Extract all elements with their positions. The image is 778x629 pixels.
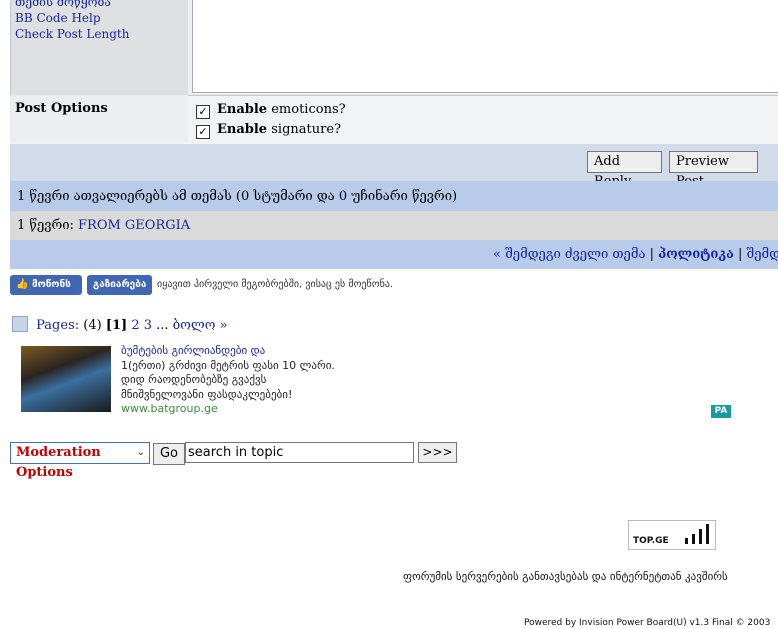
facebook-like-button[interactable]: 👍 მოწონს: [10, 275, 82, 295]
emoticons-label: emoticons?: [271, 102, 346, 117]
footer-hosting-text: ფორუმის სერვერების განთავსებას და ინტერნ…: [403, 570, 728, 583]
submit-row: [10, 144, 778, 181]
ad-url[interactable]: www.batgroup.ge: [121, 402, 351, 417]
sidebar-link-smilies[interactable]: თემის მოწყობა: [15, 0, 129, 10]
ad-badge[interactable]: PA: [711, 405, 731, 418]
moderation-go-button[interactable]: Go: [153, 443, 185, 465]
ad-body: 1(ერთი) გრძივი მეტრის ფასი 10 ლარი. დიდ …: [121, 358, 335, 401]
members-text: 1 წევრი: FROM GEORGIA: [17, 218, 190, 233]
next-topic-link[interactable]: შემდეგი ა: [747, 247, 778, 262]
top-ge-label: TOP.GE: [633, 536, 669, 546]
enable-emoticons-option[interactable]: ✓ Enable emoticons?: [196, 102, 346, 119]
moderation-options-select[interactable]: Moderation Options ⌄: [10, 442, 150, 480]
preview-post-button[interactable]: Preview Post: [669, 151, 758, 189]
last-page-link[interactable]: ბოლო »: [173, 318, 228, 333]
chevron-down-icon: ⌄: [136, 447, 145, 458]
search-in-topic-input[interactable]: search in topic: [185, 442, 414, 463]
sidebar-link-bbcode-help[interactable]: BB Code Help: [15, 10, 129, 26]
pages-count: (4): [83, 318, 102, 333]
counter-bar-4: [706, 524, 709, 544]
message-textarea[interactable]: [192, 0, 778, 93]
page-2-link[interactable]: 2: [131, 318, 139, 333]
signature-label: signature?: [271, 122, 341, 137]
pages-ellipsis: ...: [156, 318, 169, 333]
active-viewers-text: 1 წევრი ათვალიერებს ამ თემას (0 სტუმარი …: [17, 189, 458, 204]
post-options-label: Post Options: [15, 101, 108, 116]
ad-title[interactable]: ბუმტების გირლიანდები და: [121, 344, 351, 359]
counter-bar-2: [692, 534, 695, 544]
signature-checkbox[interactable]: ✓: [196, 125, 210, 139]
member-link[interactable]: FROM GEORGIA: [78, 218, 190, 233]
facebook-share-button[interactable]: გაზიარება: [87, 275, 152, 295]
enable-signature-option[interactable]: ✓ Enable signature?: [196, 122, 341, 139]
sidebar-link-check-length[interactable]: Check Post Length: [15, 26, 129, 42]
top-ge-counter[interactable]: TOP.GE: [628, 520, 716, 550]
counter-bar-3: [699, 529, 702, 544]
signature-bold: Enable: [217, 122, 268, 137]
pages-icon: [12, 316, 28, 332]
pagination: Pages: (4) [1] 2 3 ... ბოლო »: [12, 316, 228, 333]
forum-link[interactable]: პოლიტიკა: [658, 247, 734, 262]
ad-image[interactable]: [21, 346, 111, 412]
pages-label[interactable]: Pages:: [36, 318, 79, 333]
prev-topic-link[interactable]: « შემდეგი ძველი თემა: [493, 247, 645, 262]
sidebar-links: თემის მოწყობა BB Code Help Check Post Le…: [15, 0, 129, 42]
counter-bar-1: [685, 538, 688, 544]
moderation-select-label: Moderation Options: [16, 445, 101, 480]
search-go-button[interactable]: >>>: [418, 442, 457, 463]
current-page: [1]: [105, 318, 128, 333]
topic-nav: « შემდეგი ძველი თემა | პოლიტიკა | შემდეგ…: [493, 247, 778, 262]
emoticons-checkbox[interactable]: ✓: [196, 105, 210, 119]
powered-by-text: Powered by Invision Power Board(U) v1.3 …: [524, 618, 771, 628]
emoticons-bold: Enable: [217, 102, 268, 117]
ad-block[interactable]: ბუმტების გირლიანდები და 1(ერთი) გრძივი მ…: [121, 344, 351, 417]
facebook-like-label: მოწონს: [31, 279, 71, 290]
members-prefix: 1 წევრი:: [17, 218, 74, 233]
facebook-social-text: იყავით პირველი მეგობრებში, ვისაც ეს მოეწ…: [157, 279, 394, 290]
page-3-link[interactable]: 3: [144, 318, 152, 333]
add-reply-button[interactable]: Add Reply: [587, 151, 662, 189]
